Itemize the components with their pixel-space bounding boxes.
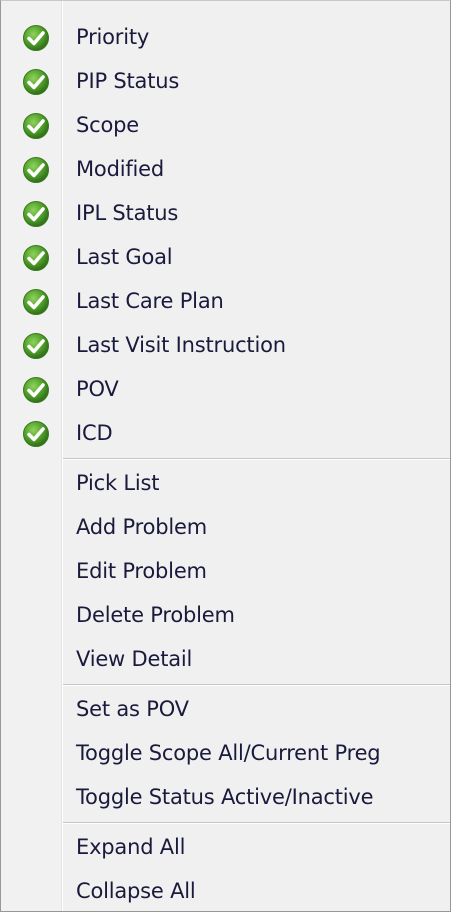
menu-item-label: Add Problem — [76, 515, 207, 539]
check-circle-icon — [20, 112, 52, 140]
menu-item-label: ICD — [76, 421, 113, 445]
menu-item-label: Toggle Scope All/Current Preg — [76, 741, 381, 765]
menu-item-label: Modified — [76, 157, 165, 181]
menu-item-label: Last Visit Instruction — [76, 333, 286, 357]
menu-item-ipl-status[interactable]: IPL Status — [1, 191, 450, 235]
menu-item-add-problem[interactable]: Add Problem — [1, 505, 450, 549]
menu-item-toggle-scope[interactable]: Toggle Scope All/Current Preg — [1, 731, 450, 775]
menu-item-collapse-all[interactable]: Collapse All — [1, 869, 450, 913]
menu-item-scope[interactable]: Scope — [1, 103, 450, 147]
menu-item-label: Priority — [76, 25, 150, 49]
menu-item-last-visit-instruction[interactable]: Last Visit Instruction — [1, 323, 450, 367]
menu-item-label: Last Goal — [76, 245, 173, 269]
check-circle-icon — [20, 376, 52, 404]
menu-item-pov[interactable]: POV — [1, 367, 450, 411]
check-circle-icon — [20, 24, 52, 52]
menu-item-label: Delete Problem — [76, 603, 235, 627]
menu-item-label: Scope — [76, 113, 139, 137]
menu-item-delete-problem[interactable]: Delete Problem — [1, 593, 450, 637]
menu-item-label: IPL Status — [76, 201, 179, 225]
menu-item-label: Pick List — [76, 471, 160, 495]
context-menu: Priority PIP Status Scope Modified IPL S… — [0, 0, 451, 912]
menu-separator — [63, 684, 450, 686]
check-circle-icon — [20, 288, 52, 316]
check-circle-icon — [20, 420, 52, 448]
menu-item-label: Collapse All — [76, 879, 196, 903]
menu-item-label: View Detail — [76, 647, 193, 671]
menu-item-label: Edit Problem — [76, 559, 207, 583]
menu-item-edit-problem[interactable]: Edit Problem — [1, 549, 450, 593]
menu-item-label: Toggle Status Active/Inactive — [76, 785, 374, 809]
check-circle-icon — [20, 244, 52, 272]
check-circle-icon — [20, 68, 52, 96]
menu-item-label: PIP Status — [76, 69, 180, 93]
menu-item-label: Set as POV — [76, 697, 189, 721]
menu-item-last-goal[interactable]: Last Goal — [1, 235, 450, 279]
menu-separator — [63, 822, 450, 824]
menu-item-label: POV — [76, 377, 119, 401]
check-circle-icon — [20, 332, 52, 360]
menu-item-label: Last Care Plan — [76, 289, 224, 313]
menu-separator — [63, 458, 450, 460]
menu-item-last-care-plan[interactable]: Last Care Plan — [1, 279, 450, 323]
menu-item-modified[interactable]: Modified — [1, 147, 450, 191]
menu-item-icd[interactable]: ICD — [1, 411, 450, 455]
menu-item-toggle-status[interactable]: Toggle Status Active/Inactive — [1, 775, 450, 819]
menu-item-label: Expand All — [76, 835, 186, 859]
menu-item-pip-status[interactable]: PIP Status — [1, 59, 450, 103]
menu-item-set-as-pov[interactable]: Set as POV — [1, 687, 450, 731]
menu-item-pick-list[interactable]: Pick List — [1, 461, 450, 505]
check-circle-icon — [20, 200, 52, 228]
check-circle-icon — [20, 156, 52, 184]
menu-item-priority[interactable]: Priority — [1, 15, 450, 59]
menu-item-view-detail[interactable]: View Detail — [1, 637, 450, 681]
menu-item-expand-all[interactable]: Expand All — [1, 825, 450, 869]
